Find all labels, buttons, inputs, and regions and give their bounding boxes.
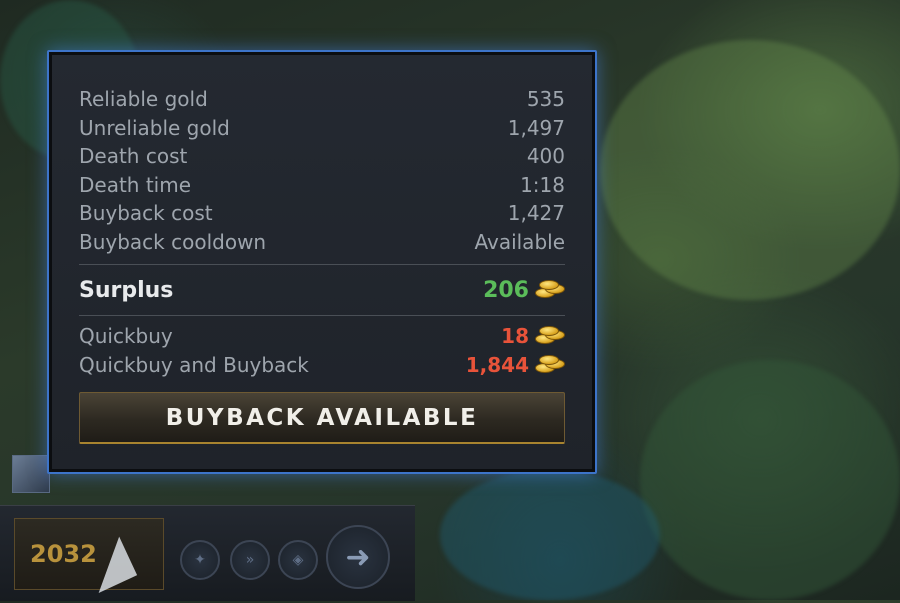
- row-value: Available: [474, 229, 565, 254]
- row-label: Buyback cooldown: [79, 229, 267, 254]
- quickbuy-buyback-value-wrap: 1,844: [466, 351, 565, 380]
- surplus-value-wrap: 206: [483, 278, 565, 303]
- quickbuy-buyback-label: Quickbuy and Buyback: [79, 352, 309, 377]
- quickbuy-label: Quickbuy: [79, 324, 173, 348]
- hero-portrait-icon[interactable]: [12, 455, 50, 493]
- gold-coins-icon: [535, 326, 565, 346]
- quickbuy-value: 18: [501, 324, 529, 348]
- row-death-cost: Death cost 400: [79, 142, 565, 171]
- quickbuy-buyback-row: Quickbuy and Buyback 1,844: [79, 351, 565, 380]
- quickbuy-row: Quickbuy 18: [79, 322, 565, 351]
- row-reliable-gold: Reliable gold 535: [79, 85, 565, 114]
- divider: [79, 315, 565, 316]
- background-foliage: [600, 40, 900, 300]
- quickbuy-value-wrap: 18: [501, 322, 565, 351]
- row-death-time: Death time 1:18: [79, 171, 565, 200]
- speed-burst-icon[interactable]: »: [230, 540, 270, 580]
- row-label: Death cost: [79, 144, 188, 168]
- row-buyback-cost: Buyback cost 1,427: [79, 199, 565, 228]
- courier-icon[interactable]: ✦: [180, 540, 220, 580]
- row-value: 1,427: [507, 201, 565, 225]
- row-label: Unreliable gold: [79, 115, 230, 140]
- row-value: 1,497: [507, 115, 565, 140]
- row-label: Death time: [79, 172, 192, 197]
- deliver-arrow-icon[interactable]: ➜: [326, 525, 390, 589]
- row-unreliable-gold: Unreliable gold 1,497: [79, 114, 565, 143]
- gold-amount: 2032: [30, 540, 97, 568]
- row-value: 400: [526, 144, 565, 168]
- row-label: Reliable gold: [79, 87, 208, 111]
- row-value: 535: [526, 87, 565, 111]
- surplus-label: Surplus: [79, 277, 174, 303]
- buyback-tooltip-panel: Reliable gold 535 Unreliable gold 1,497 …: [47, 50, 597, 474]
- background-foliage: [440, 470, 660, 600]
- buyback-button[interactable]: BUYBACK AVAILABLE: [79, 392, 565, 444]
- row-value: 1:18: [520, 172, 565, 197]
- gold-info-rows: Reliable gold 535 Unreliable gold 1,497 …: [79, 85, 565, 379]
- gold-coins-icon: [535, 280, 565, 300]
- background-foliage: [640, 360, 900, 600]
- quickbuy-buyback-value: 1,844: [465, 352, 529, 377]
- row-label: Buyback cost: [79, 201, 213, 225]
- row-buyback-cooldown: Buyback cooldown Available: [79, 228, 565, 257]
- shield-icon[interactable]: ◈: [278, 540, 318, 580]
- gold-coins-icon: [535, 354, 565, 375]
- surplus-row: Surplus 206: [79, 265, 565, 315]
- surplus-value: 206: [483, 277, 529, 303]
